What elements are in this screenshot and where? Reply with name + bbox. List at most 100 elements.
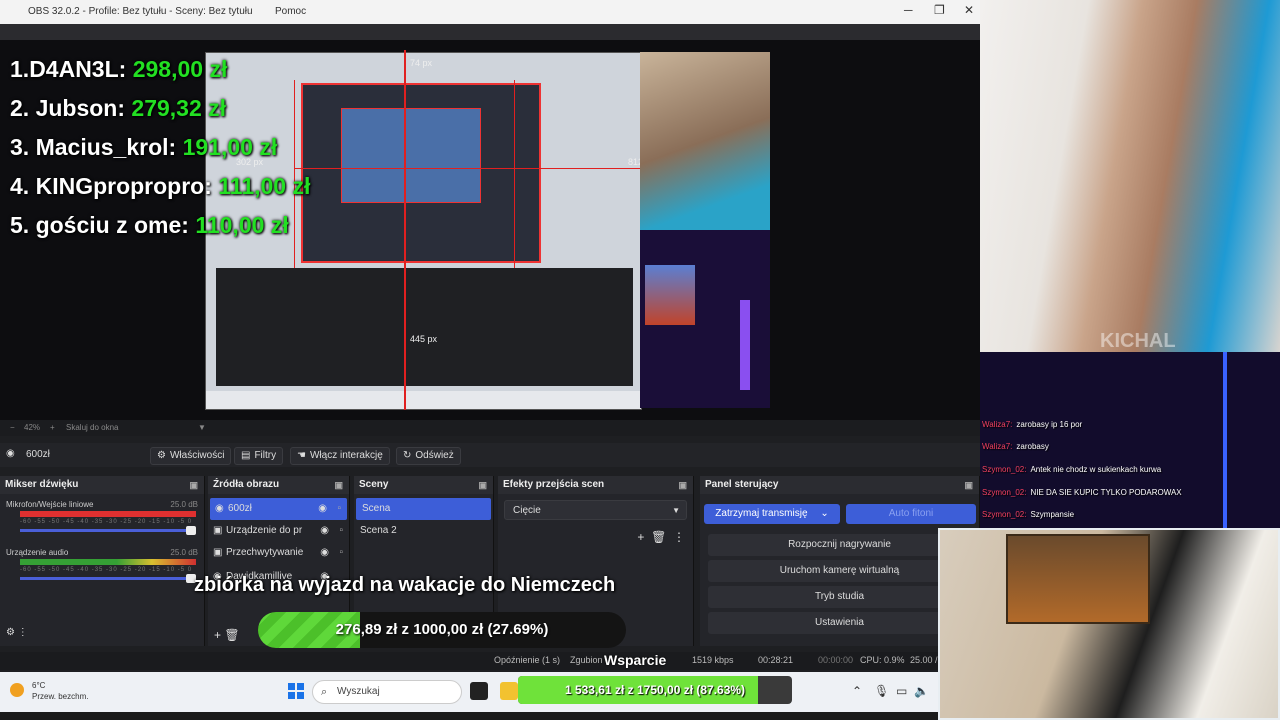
px-label-bottom: 445 px (410, 334, 438, 344)
fit-to-window-button[interactable]: Skaluj do okna (66, 423, 118, 432)
scene-item[interactable]: Scena (356, 498, 491, 520)
refresh-button[interactable]: ↻ Odśwież (396, 447, 461, 465)
chevron-up-icon[interactable]: ⌃ (852, 684, 862, 698)
gear-icon: ⚙ (157, 450, 166, 461)
search-icon: ⌕ (321, 686, 328, 698)
dock-menu-icon[interactable]: ▣ (334, 476, 343, 494)
px-label-top: 74 px (410, 58, 433, 68)
start-recording-button[interactable]: Rozpocznij nagrywanie (708, 534, 971, 556)
mic-volume-slider[interactable] (20, 526, 196, 535)
dock-menu-icon[interactable]: ▣ (478, 476, 487, 494)
visibility-icon[interactable]: ◉ (318, 498, 327, 520)
weather-widget[interactable]: 6°C Przew. bezchm. (10, 680, 88, 702)
obs-menubar (0, 24, 980, 40)
task-view-icon[interactable] (470, 682, 488, 700)
sun-icon (10, 683, 24, 697)
source-icon: ▣ (213, 547, 223, 558)
delete-source-icon[interactable]: 🗑 (224, 628, 239, 642)
mixer-title: Mikser dźwięku ▣ (0, 476, 204, 494)
scene-item[interactable]: Scena 2 (354, 520, 493, 542)
leaderboard-row: 3. Macius_krol: 191,00 zł (10, 134, 278, 160)
delay-status: Opóźnienie (1 s) (494, 655, 561, 665)
eye-icon: ◉ (6, 448, 15, 459)
bounding-box-right (514, 80, 515, 268)
hand-icon: ☚ (297, 450, 306, 461)
add-source-icon[interactable]: + (214, 628, 221, 642)
interact-button[interactable]: ☚ Włącz interakcję (290, 447, 390, 465)
source-item[interactable]: ◉ 600zł ◉ ▫ (210, 498, 347, 520)
zoom-bar: − 42% + Skaluj do okna ▼ (0, 420, 980, 436)
nested-preview (341, 108, 481, 203)
selected-source-label: 600zł (26, 449, 50, 460)
chevron-down-icon[interactable]: ▼ (198, 423, 206, 432)
filters-button[interactable]: ▤ Filtry (234, 447, 284, 465)
mixer-settings-icon[interactable]: ⚙ ⋮ (6, 627, 28, 638)
transition-select[interactable]: Cięcie ▼ (504, 500, 687, 520)
support-progress-label: 1 533,61 zł z 1750,00 zł (87.63%) (564, 683, 746, 697)
chevron-down-icon: ▼ (672, 506, 680, 515)
stream-time: 00:28:21 (758, 655, 794, 665)
visibility-icon[interactable]: ◉ (320, 542, 329, 564)
auto-button[interactable]: Auto fitoni (846, 504, 976, 524)
transitions-title: Efekty przejścia scen ▣ (498, 476, 693, 494)
add-transition-icon[interactable]: + (637, 530, 644, 544)
preview-bar (740, 300, 750, 390)
leaderboard-row: 2. Jubson: 279,32 zł (10, 95, 227, 121)
visibility-icon[interactable]: ◉ (320, 520, 329, 542)
audio-mixer-dock: Mikser dźwięku ▣ Mikrofon/Wejście liniowe… (0, 476, 205, 646)
chat-message: Szymon_02: NIE DA SIE KUPIC TYLKO PODAROW… (982, 488, 1182, 497)
chat-decoration-line (1223, 352, 1227, 530)
chat-panel (980, 352, 1280, 530)
mixer-channel-name: Urządzenie audio 25.0 dB (6, 548, 198, 557)
file-explorer-icon[interactable] (500, 682, 518, 700)
zoom-out-icon[interactable]: − (10, 423, 15, 432)
desktop-volume-slider[interactable] (20, 574, 196, 583)
sources-title: Źródła obrazu ▣ (208, 476, 349, 494)
chat-message: Waliza7: zarobasy ip 16 por (982, 420, 1083, 429)
lock-icon[interactable]: ▫ (337, 498, 341, 520)
lock-icon[interactable]: ▫ (339, 542, 343, 564)
properties-button[interactable]: ⚙ Właściwości (150, 447, 232, 465)
source-item[interactable]: ▣ Urządzenie do pr ◉ ▫ (208, 520, 349, 542)
leaderboard-row: 1.D4AN3L: 298,00 zł (10, 56, 228, 82)
dock-menu-icon[interactable]: ▣ (189, 476, 198, 494)
goal-progress-label: 276,89 zł z 1000,00 zł (27.69%) (335, 621, 549, 638)
menu-help[interactable]: Pomoc (275, 6, 306, 17)
nested-obs-docks (216, 268, 633, 386)
settings-button[interactable]: Ustawienia (708, 612, 971, 634)
taskbar-search[interactable]: ⌕ Wyszukaj (312, 680, 462, 704)
minimize-icon[interactable]: ─ (904, 3, 913, 17)
start-icon[interactable] (288, 683, 304, 699)
more-icon[interactable]: ⋮ (673, 530, 685, 544)
wall-poster (1006, 534, 1150, 624)
source-icon: ▣ (213, 525, 223, 536)
dock-menu-icon[interactable]: ▣ (964, 476, 973, 494)
delete-transition-icon[interactable]: 🗑 (651, 530, 666, 544)
mic-level-meter (20, 511, 196, 517)
maximize-icon[interactable]: ❐ (934, 3, 945, 17)
dropped-frames: Zgubion (570, 655, 603, 665)
zoom-in-icon[interactable]: + (50, 423, 55, 432)
filter-icon: ▤ (241, 450, 251, 461)
mixer-scale: -60 -55 -50 -45 -40 -35 -30 -25 -20 -15 … (20, 567, 193, 573)
goal-title: zbiórka na wyjazd na wakacje do Niemczec… (194, 574, 616, 596)
preview-webcam (640, 52, 770, 230)
microphone-icon[interactable]: 🎙 (874, 684, 889, 698)
virtual-camera-button[interactable]: Uruchom kamerę wirtualną (708, 560, 971, 582)
stop-stream-button[interactable]: Zatrzymaj transmisję ⌄ (704, 504, 840, 524)
volume-icon[interactable]: 🔈 (914, 684, 929, 698)
donor-leaderboard: 1.D4AN3L: 298,00 zł 2. Jubson: 279,32 zł… (10, 50, 310, 245)
mixer-scale: -60 -55 -50 -45 -40 -35 -30 -25 -20 -15 … (20, 519, 193, 525)
lock-icon[interactable]: ▫ (339, 520, 343, 542)
source-item[interactable]: ▣ Przechwytywanie ◉ ▫ (208, 542, 349, 564)
preview-thumbnail (645, 265, 695, 325)
network-icon[interactable]: ▭ (896, 684, 907, 698)
main-webcam (980, 0, 1280, 352)
bitrate: 1519 kbps (692, 655, 734, 665)
obs-preview[interactable]: 74 px 302 px 812 px 445 px 1.D4AN3L: 298… (0, 40, 980, 420)
studio-mode-button[interactable]: Tryb studia (708, 586, 971, 608)
support-title: Wsparcie (604, 652, 667, 668)
dock-menu-icon[interactable]: ▣ (678, 476, 687, 494)
close-icon[interactable]: ✕ (964, 3, 974, 17)
obs-titlebar: OBS 32.0.2 - Profile: Bez tytułu - Sceny… (0, 0, 980, 24)
